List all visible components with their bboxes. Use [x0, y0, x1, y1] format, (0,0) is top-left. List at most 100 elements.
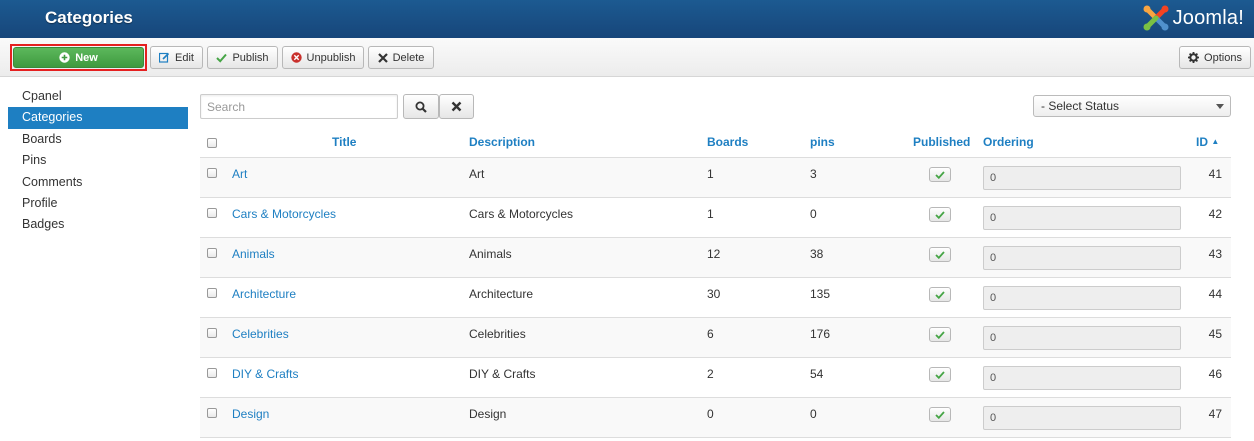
category-title-link[interactable]: Cars & Motorcycles: [232, 207, 336, 221]
table-row: Architecture Architecture 30 135 0 44: [200, 278, 1231, 318]
category-id: 41: [1208, 167, 1222, 181]
category-description: Celebrities: [469, 327, 526, 341]
check-icon: [935, 290, 945, 299]
ordering-input: 0: [983, 206, 1181, 230]
column-header-boards[interactable]: Boards: [707, 135, 748, 149]
row-checkbox[interactable]: [207, 248, 217, 258]
plus-circle-icon: [59, 52, 70, 63]
column-header-ordering[interactable]: Ordering: [983, 135, 1034, 149]
check-icon: [935, 410, 945, 419]
edit-button-label: Edit: [175, 51, 194, 64]
delete-button[interactable]: Delete: [368, 46, 434, 69]
table-row: DIY & Crafts DIY & Crafts 2 54 0 46: [200, 358, 1231, 398]
check-icon: [935, 370, 945, 379]
sidebar-item-cpanel[interactable]: Cpanel: [8, 86, 188, 107]
new-button-label: New: [75, 51, 98, 64]
ordering-input: 0: [983, 246, 1181, 270]
check-icon: [935, 210, 945, 219]
row-checkbox[interactable]: [207, 408, 217, 418]
row-checkbox[interactable]: [207, 208, 217, 218]
category-pins: 0: [810, 207, 817, 221]
category-title-link[interactable]: Animals: [232, 247, 275, 261]
category-title-link[interactable]: Architecture: [232, 287, 296, 301]
sidebar-item-comments[interactable]: Comments: [8, 172, 188, 193]
row-checkbox[interactable]: [207, 168, 217, 178]
column-header-description[interactable]: Description: [469, 135, 535, 149]
category-description: Animals: [469, 247, 512, 261]
ordering-input: 0: [983, 366, 1181, 390]
sidebar: Cpanel Categories Boards Pins Comments P…: [8, 86, 188, 236]
unpublish-button[interactable]: Unpublish: [282, 46, 364, 69]
unpublish-icon: [290, 52, 302, 63]
category-title-link[interactable]: Design: [232, 407, 269, 421]
category-title-link[interactable]: Celebrities: [232, 327, 289, 341]
table-row: Design Design 0 0 0 47: [200, 398, 1231, 438]
sidebar-item-profile[interactable]: Profile: [8, 193, 188, 214]
column-header-pins[interactable]: pins: [810, 135, 835, 149]
unpublish-button-label: Unpublish: [306, 51, 356, 64]
joomla-logo-icon: [1143, 5, 1169, 31]
category-description: Architecture: [469, 287, 534, 301]
category-title-link[interactable]: DIY & Crafts: [232, 367, 298, 381]
options-button[interactable]: Options: [1179, 46, 1251, 69]
column-header-published[interactable]: Published: [913, 135, 970, 149]
category-pins: 176: [810, 327, 831, 341]
search-input[interactable]: [200, 94, 398, 119]
category-description: Design: [469, 407, 507, 421]
ordering-input: 0: [983, 166, 1181, 190]
sort-ascending-icon: ▲: [1211, 137, 1220, 146]
category-id: 45: [1208, 327, 1222, 341]
category-boards: 0: [707, 407, 714, 421]
published-toggle[interactable]: [929, 247, 951, 262]
check-icon: [935, 330, 945, 339]
category-id: 47: [1208, 407, 1222, 421]
sidebar-item-badges[interactable]: Badges: [8, 214, 188, 235]
published-toggle[interactable]: [929, 367, 951, 382]
row-checkbox[interactable]: [207, 328, 217, 338]
published-toggle[interactable]: [929, 287, 951, 302]
published-toggle[interactable]: [929, 327, 951, 342]
category-title-link[interactable]: Art: [232, 167, 247, 181]
select-all-checkbox[interactable]: [207, 138, 217, 148]
category-id: 44: [1208, 287, 1222, 301]
category-boards: 6: [707, 327, 714, 341]
row-checkbox[interactable]: [207, 288, 217, 298]
search-button[interactable]: [403, 94, 439, 119]
category-id: 42: [1208, 207, 1222, 221]
sidebar-item-boards[interactable]: Boards: [8, 129, 188, 150]
category-boards: 1: [707, 167, 714, 181]
sidebar-item-categories[interactable]: Categories: [8, 107, 188, 129]
column-header-id[interactable]: ID ▲: [1196, 135, 1219, 149]
column-header-title[interactable]: Title: [332, 135, 356, 149]
table-row: Animals Animals 12 38 0 43: [200, 238, 1231, 278]
sidebar-item-pins[interactable]: Pins: [8, 150, 188, 171]
category-boards: 2: [707, 367, 714, 381]
category-pins: 54: [810, 367, 824, 381]
check-icon: [216, 53, 228, 63]
publish-button-label: Publish: [232, 51, 269, 64]
ordering-input: 0: [983, 326, 1181, 350]
status-select[interactable]: - Select Status: [1033, 95, 1231, 117]
options-button-label: Options: [1204, 51, 1242, 64]
category-pins: 135: [810, 287, 831, 301]
category-boards: 12: [707, 247, 721, 261]
edit-button[interactable]: Edit: [150, 46, 203, 69]
category-pins: 3: [810, 167, 817, 181]
category-boards: 30: [707, 287, 721, 301]
categories-table: Title Description Boards pins Published …: [200, 128, 1231, 438]
publish-button[interactable]: Publish: [207, 46, 278, 69]
check-icon: [935, 170, 945, 179]
check-icon: [935, 250, 945, 259]
published-toggle[interactable]: [929, 207, 951, 222]
row-checkbox[interactable]: [207, 368, 217, 378]
ordering-input: 0: [983, 286, 1181, 310]
published-toggle[interactable]: [929, 407, 951, 422]
chevron-down-icon: [1216, 104, 1224, 109]
new-button[interactable]: New: [13, 47, 144, 68]
clear-search-button[interactable]: [439, 94, 474, 119]
published-toggle[interactable]: [929, 167, 951, 182]
column-header-id-label: ID: [1196, 135, 1208, 149]
new-button-highlight: New: [10, 44, 147, 71]
toolbar: Edit Publish Unpublish Delete Options: [0, 38, 1254, 77]
delete-button-label: Delete: [392, 51, 425, 64]
